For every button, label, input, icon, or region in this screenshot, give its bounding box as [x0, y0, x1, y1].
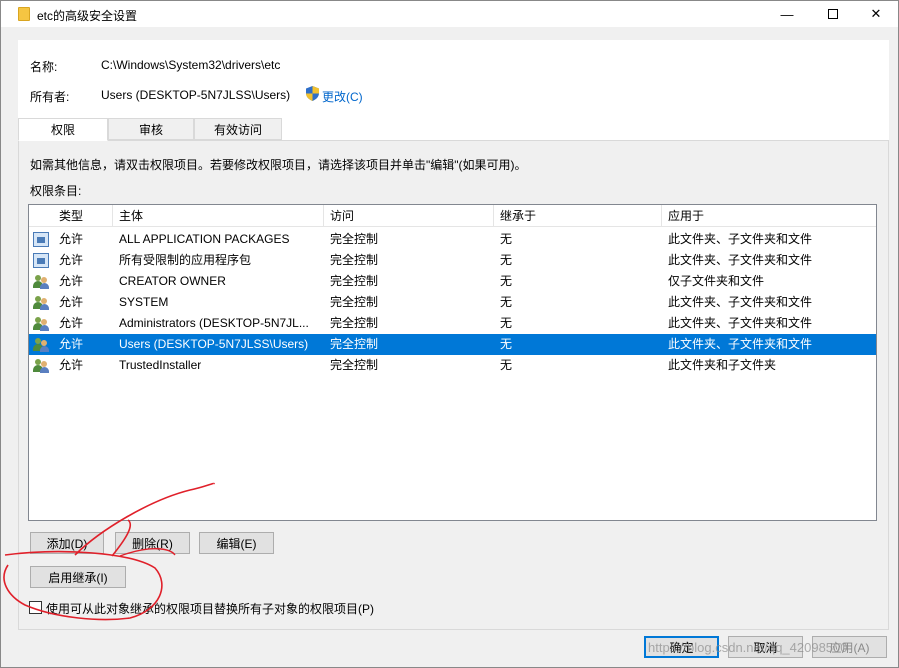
tab-auditing[interactable]: 审核: [108, 118, 194, 140]
column-header-principal[interactable]: 主体: [113, 205, 324, 227]
name-value: C:\Windows\System32\drivers\etc: [101, 58, 281, 72]
cell-inherited: 无: [500, 316, 513, 330]
cell-access: 完全控制: [330, 337, 379, 351]
cell-access: 完全控制: [330, 295, 379, 309]
name-label: 名称:: [30, 60, 58, 74]
edit-button[interactable]: 编辑(E): [199, 532, 274, 554]
users-icon: [33, 337, 49, 352]
add-button[interactable]: 添加(D): [30, 532, 104, 554]
table-row[interactable]: 允许 CREATOR OWNER 完全控制 无 仅子文件夹和文件: [29, 271, 876, 292]
cell-applies: 此文件夹、子文件夹和文件: [668, 316, 813, 330]
cell-applies: 此文件夹和子文件夹: [668, 358, 777, 372]
cell-applies: 此文件夹、子文件夹和文件: [668, 337, 813, 351]
maximize-button[interactable]: [810, 1, 856, 27]
tab-permissions[interactable]: 权限: [18, 118, 108, 141]
tab-label: 权限: [50, 123, 75, 137]
column-header-applies-to[interactable]: 应用于: [662, 205, 876, 227]
title-bar: etc的高级安全设置 — ✕: [1, 1, 898, 27]
cell-inherited: 无: [500, 232, 513, 246]
cell-inherited: 无: [500, 295, 513, 309]
owner-label: 所有者:: [30, 90, 70, 104]
users-icon: [33, 274, 49, 289]
folder-icon: [18, 7, 30, 21]
users-icon: [33, 295, 49, 310]
cell-access: 完全控制: [330, 358, 379, 372]
list-header: 类型 主体 访问 继承于 应用于: [29, 205, 876, 227]
cell-inherited: 无: [500, 337, 513, 351]
cell-principal: TrustedInstaller: [119, 358, 202, 372]
table-row[interactable]: 允许 所有受限制的应用程序包 完全控制 无 此文件夹、子文件夹和文件: [29, 250, 876, 271]
cell-type: 允许: [59, 295, 84, 309]
owner-value: Users (DESKTOP-5N7JLSS\Users): [101, 88, 291, 102]
column-header-type[interactable]: 类型: [53, 205, 113, 227]
cell-applies: 此文件夹、子文件夹和文件: [668, 295, 813, 309]
enable-inheritance-button[interactable]: 启用继承(I): [30, 566, 126, 588]
table-row[interactable]: 允许 SYSTEM 完全控制 无 此文件夹、子文件夹和文件: [29, 292, 876, 313]
table-row[interactable]: 允许 Users (DESKTOP-5N7JLSS\Users) 完全控制 无 此文件夹…: [29, 334, 876, 355]
tab-effective-access[interactable]: 有效访问: [194, 118, 282, 140]
close-button[interactable]: ✕: [853, 1, 899, 27]
button-label: 删除(R): [132, 536, 173, 551]
cell-inherited: 无: [500, 253, 513, 267]
cell-principal: ALL APPLICATION PACKAGES: [119, 232, 290, 246]
cell-type: 允许: [59, 316, 84, 330]
column-label: 类型: [59, 209, 84, 223]
column-header-inherited[interactable]: 继承于: [494, 205, 662, 227]
cell-principal: SYSTEM: [119, 295, 169, 309]
cell-principal: Users (DESKTOP-5N7JLSS\Users): [119, 337, 309, 351]
tab-label: 有效访问: [213, 122, 262, 137]
column-label: 主体: [119, 209, 144, 223]
change-owner-link[interactable]: 更改(C): [322, 88, 363, 105]
users-icon: [33, 316, 49, 331]
cell-applies: 仅子文件夹和文件: [668, 274, 765, 288]
cell-applies: 此文件夹、子文件夹和文件: [668, 232, 813, 246]
cell-principal: 所有受限制的应用程序包: [119, 253, 252, 267]
minimize-button[interactable]: —: [764, 1, 810, 27]
cell-type: 允许: [59, 337, 84, 351]
table-row[interactable]: 允许 Administrators (DESKTOP-5N7JL... 完全控制 无 此…: [29, 313, 876, 334]
replace-child-permissions-checkbox[interactable]: [29, 601, 42, 614]
cell-inherited: 无: [500, 358, 513, 372]
cell-type: 允许: [59, 253, 84, 267]
cell-access: 完全控制: [330, 316, 379, 330]
table-row[interactable]: 允许 ALL APPLICATION PACKAGES 完全控制 无 此文件夹、子文件夹…: [29, 229, 876, 250]
cell-type: 允许: [59, 274, 84, 288]
cell-type: 允许: [59, 232, 84, 246]
table-row[interactable]: 允许 TrustedInstaller 完全控制 无 此文件夹和子文件夹: [29, 355, 876, 376]
maximize-icon: [828, 9, 838, 19]
remove-button[interactable]: 删除(R): [115, 532, 190, 554]
close-icon: ✕: [870, 6, 882, 21]
replace-child-permissions-label: 使用可从此对象继承的权限项目替换所有子对象的权限项目(P): [46, 602, 374, 616]
cell-type: 允许: [59, 358, 84, 372]
cell-principal: Administrators (DESKTOP-5N7JL...: [119, 316, 309, 330]
column-label: 访问: [330, 209, 355, 223]
minimize-icon: —: [780, 6, 794, 22]
column-label: 应用于: [668, 209, 705, 223]
cell-applies: 此文件夹、子文件夹和文件: [668, 253, 813, 267]
column-header-access[interactable]: 访问: [324, 205, 494, 227]
button-label: 添加(D): [46, 536, 88, 551]
users-icon: [33, 358, 49, 373]
cell-access: 完全控制: [330, 274, 379, 288]
watermark: https://blog.csdn.net/qq_42098500: [648, 640, 848, 655]
button-label: 编辑(E): [216, 536, 257, 551]
uac-shield-icon: [306, 86, 319, 101]
app-package-icon: [33, 232, 49, 247]
permission-entries-label: 权限条目:: [30, 184, 82, 198]
button-label: 启用继承(I): [48, 570, 108, 585]
cell-inherited: 无: [500, 274, 513, 288]
column-label: 继承于: [500, 209, 537, 223]
cell-principal: CREATOR OWNER: [119, 274, 226, 288]
window-title: etc的高级安全设置: [37, 9, 138, 23]
tab-label: 审核: [138, 122, 163, 137]
cell-access: 完全控制: [330, 232, 379, 246]
app-package-icon: [33, 253, 49, 268]
info-text: 如需其他信息，请双击权限项目。若要修改权限项目，请选择该项目并单击"编辑"(如果…: [30, 158, 527, 172]
permission-entries-list[interactable]: 类型 主体 访问 继承于 应用于 允许 ALL APPLICATION PACKA…: [28, 204, 877, 521]
cell-access: 完全控制: [330, 253, 379, 267]
